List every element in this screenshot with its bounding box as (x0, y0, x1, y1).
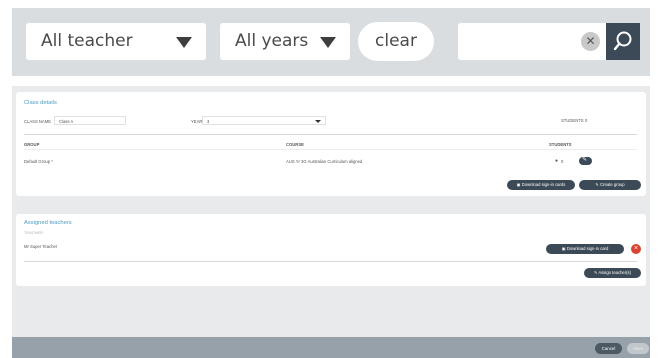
assign-teachers-label: Assign teacher(s) (598, 270, 632, 275)
download-sign-in-card-button[interactable]: ▣ Download sign-in card (546, 244, 624, 254)
assigned-teachers-subtitle: TEACHER (24, 230, 44, 235)
remove-teacher-button[interactable]: × (631, 244, 641, 254)
column-header-students: STUDENTS (549, 142, 572, 147)
search-clear-icon[interactable]: ✕ (581, 32, 600, 51)
year-dropdown[interactable]: 3 (202, 116, 326, 125)
year-select[interactable]: All years (220, 23, 350, 60)
student-icon: ● (555, 158, 559, 164)
create-group-button[interactable]: ✎ Create group (579, 180, 641, 190)
create-group-label: Create group (600, 182, 625, 187)
main-content: Class details CLASS NAME Class A YEAR 3 … (12, 86, 650, 358)
divider (24, 134, 637, 135)
save-button[interactable]: Save (627, 343, 649, 354)
teacher-select[interactable]: All teacher (26, 23, 206, 60)
search-icon (613, 31, 632, 51)
search-button[interactable] (606, 23, 640, 60)
assigned-teachers-title: Assigned teachers (24, 220, 72, 226)
divider (24, 261, 637, 262)
class-name-label: CLASS NAME (24, 119, 51, 124)
chevron-down-icon (176, 37, 192, 48)
assigned-teachers-card: Assigned teachers TEACHER Mr Super Teach… (16, 214, 646, 286)
group-student-count: 0 (561, 159, 564, 164)
clear-button[interactable]: clear (358, 22, 434, 61)
pencil-icon: ✎ (582, 157, 588, 163)
column-header-group: GROUP (24, 142, 40, 147)
assign-teachers-button[interactable]: ✎ Assign teacher(s) (584, 268, 641, 278)
download-sign-in-card-label: Download sign-in card (566, 246, 609, 251)
class-name-input[interactable]: Class A (54, 116, 126, 125)
year-label: YEAR (191, 119, 203, 124)
class-name-value: Class A (59, 119, 74, 124)
column-header-course: COURSE (286, 142, 304, 147)
download-sign-in-cards-button[interactable]: ▣ Download sign-in cards (507, 180, 575, 190)
year-select-value: All years (235, 31, 309, 51)
course-name: AUS Yr 3G Australian Curriculum aligned (286, 159, 363, 164)
cancel-button[interactable]: Cancel (595, 343, 622, 354)
teacher-select-value: All teacher (41, 31, 133, 51)
year-dropdown-value: 3 (207, 119, 210, 124)
students-label: STUDENTS (561, 118, 584, 123)
group-name: Default Group * (24, 159, 53, 164)
chevron-down-icon (320, 37, 336, 48)
divider (24, 149, 637, 150)
download-sign-in-cards-label: Download sign-in cards (521, 182, 566, 187)
class-details-title: Class details (24, 100, 57, 106)
chevron-down-icon (315, 120, 321, 123)
students-count: 0 (585, 118, 588, 123)
edit-group-button[interactable]: ✎ (579, 157, 592, 165)
teacher-name: Mr Super Teacher (24, 244, 58, 249)
class-details-card: Class details CLASS NAME Class A YEAR 3 … (16, 92, 646, 196)
footer-bar: Cancel Save (12, 337, 650, 358)
filter-bar: All teacher All years clear ✕ (12, 8, 650, 76)
close-icon: × (633, 245, 639, 252)
